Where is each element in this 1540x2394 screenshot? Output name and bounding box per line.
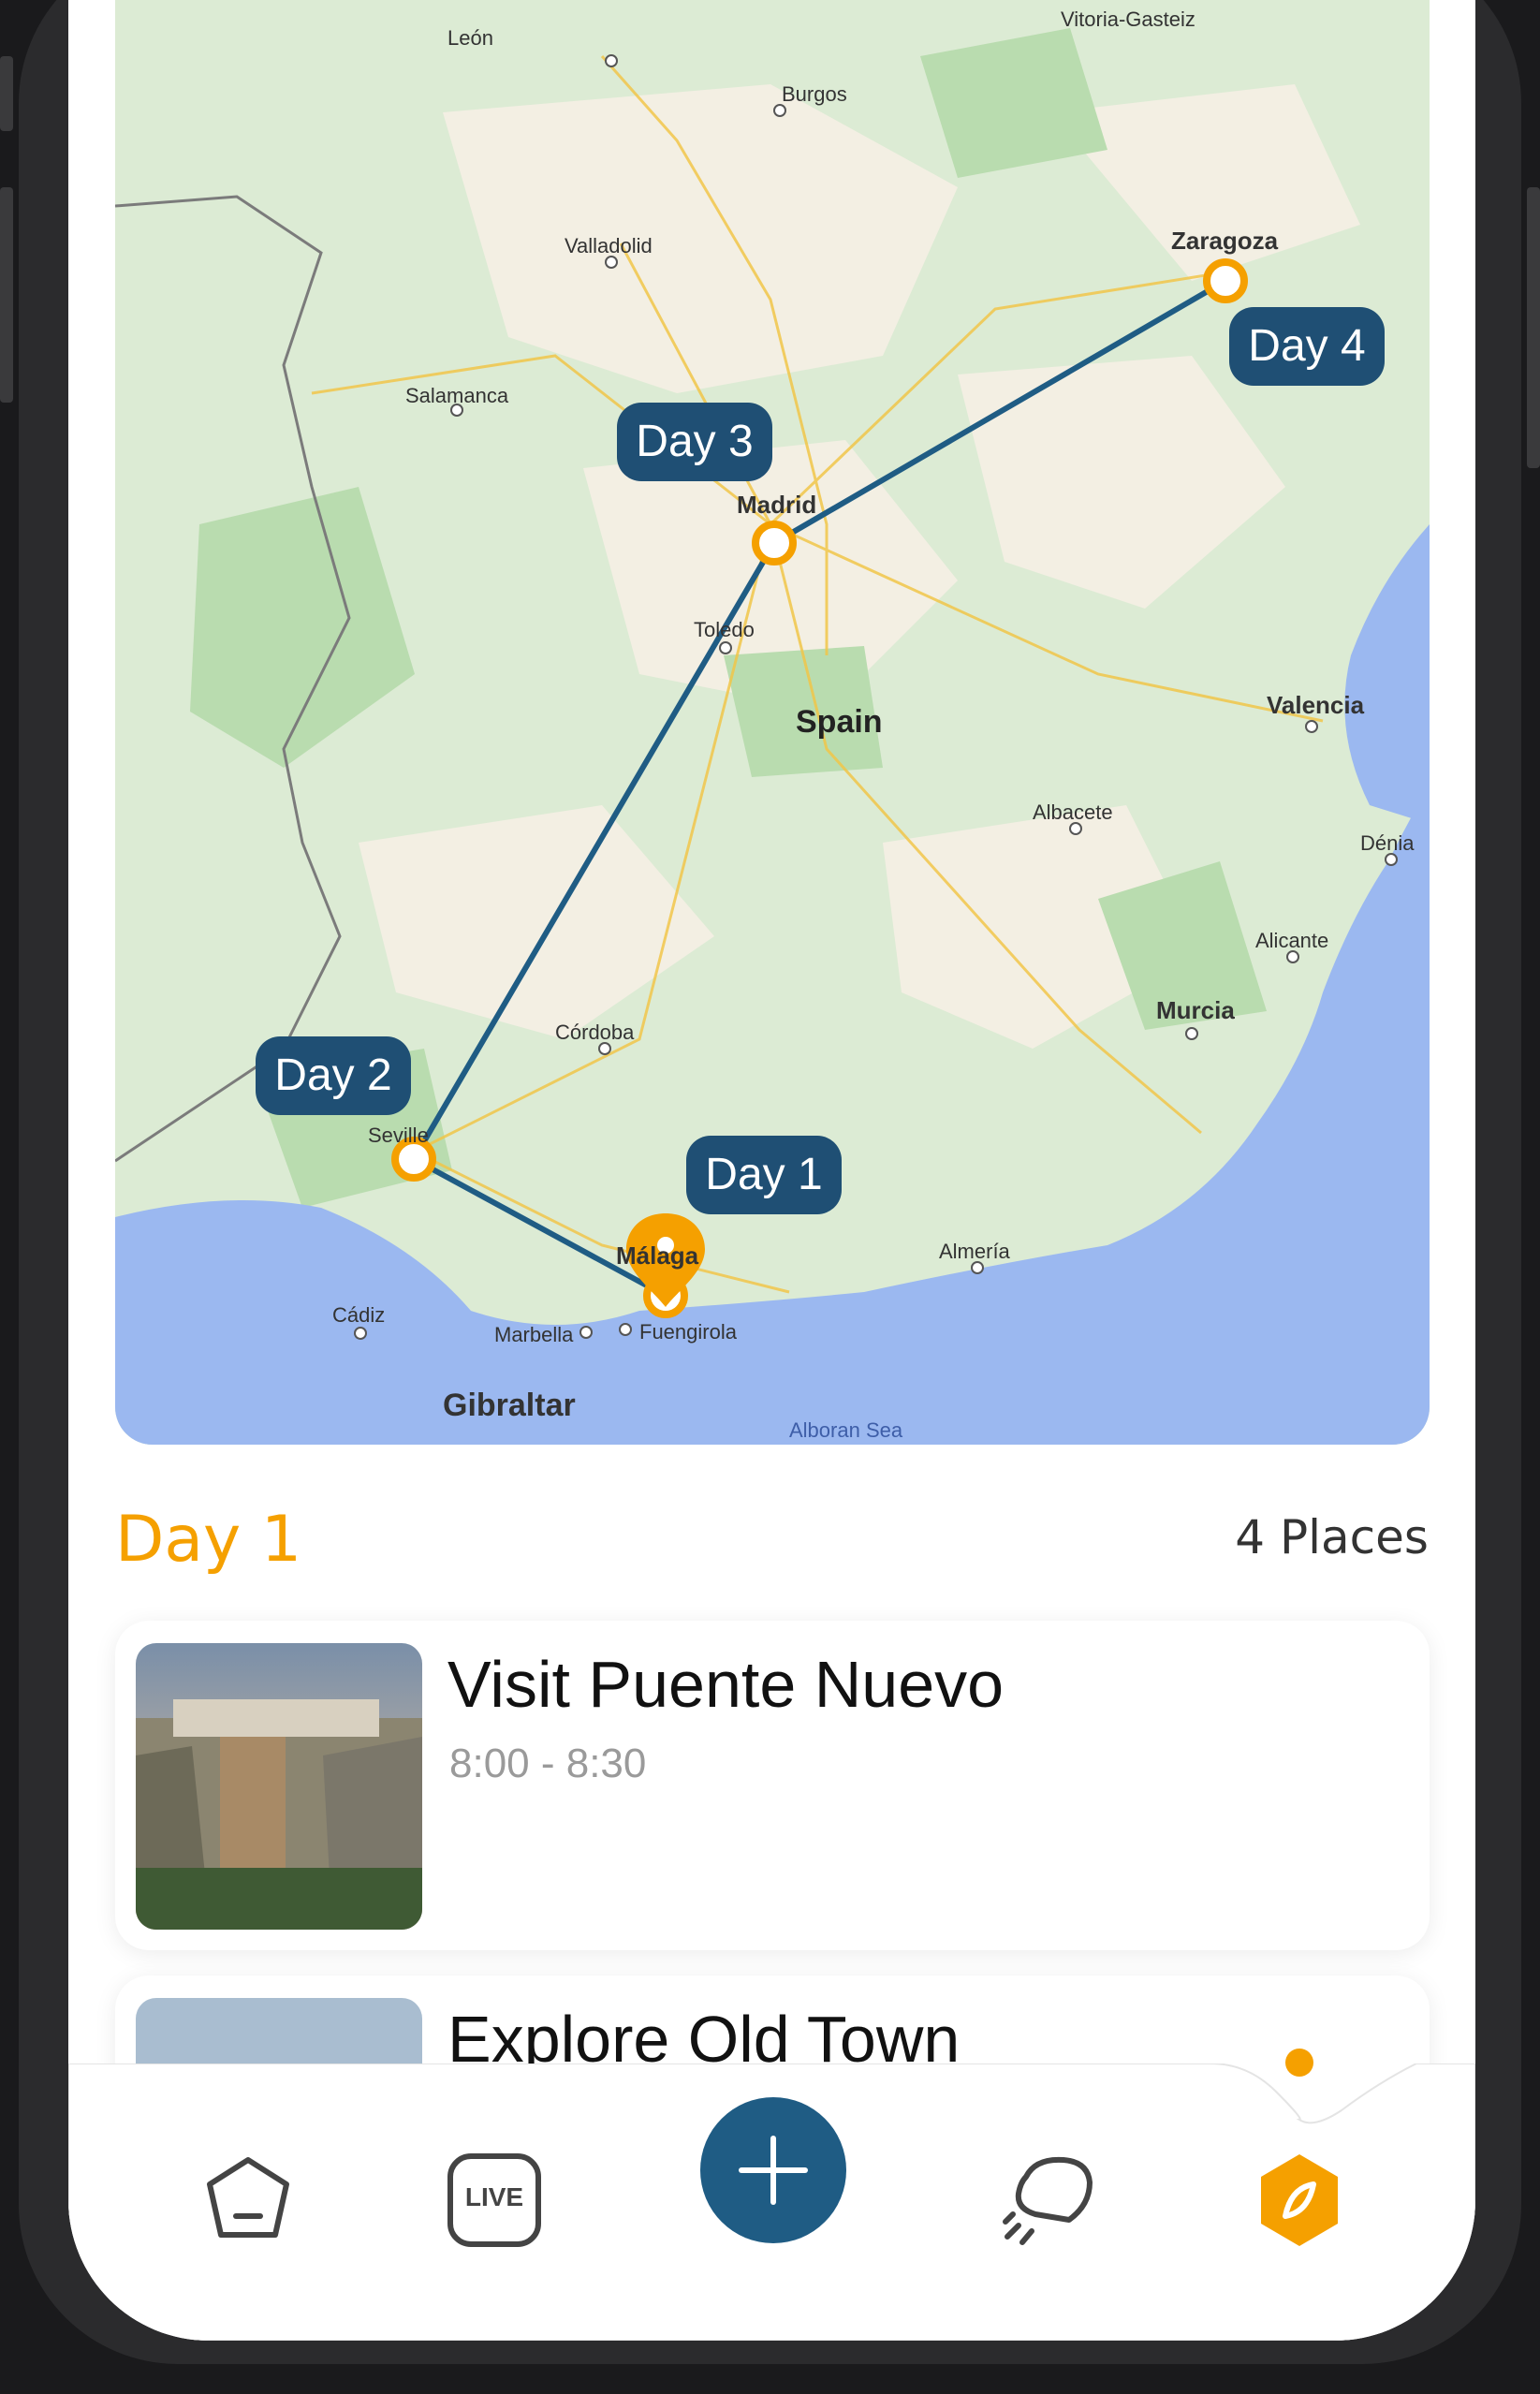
- city-label: Dénia: [1360, 831, 1415, 855]
- places-count: 4 Places: [1235, 1510, 1429, 1564]
- city-label: Alboran Sea: [789, 1418, 903, 1442]
- place-time: 8:00 - 8:30: [449, 1740, 647, 1786]
- place-photo: [136, 1643, 422, 1930]
- city-label: Málaga: [616, 1241, 699, 1270]
- map-canvas: León Vitoria-Gasteiz Burgos Valladolid Zarag…: [115, 0, 1430, 1445]
- city-label: Valencia: [1267, 691, 1365, 719]
- city-label: Almería: [939, 1240, 1011, 1263]
- place-title: Visit Puente Nuevo: [447, 1648, 1005, 1721]
- day-4-pill[interactable]: Day 4: [1229, 307, 1385, 386]
- day-title: Day 1: [115, 1503, 302, 1577]
- day-2-pill[interactable]: Day 2: [256, 1036, 411, 1115]
- city-label: Albacete: [1033, 800, 1113, 824]
- add-button[interactable]: [700, 2097, 846, 2243]
- city-label: Alicante: [1255, 929, 1328, 952]
- city-label: Cádiz: [332, 1303, 385, 1327]
- city-label: Madrid: [737, 491, 816, 519]
- city-label: Fuengirola: [639, 1320, 738, 1344]
- nav-home[interactable]: [197, 2149, 300, 2252]
- city-label: Salamanca: [405, 384, 509, 407]
- country-label: Spain: [796, 704, 883, 740]
- home-icon: [207, 2157, 289, 2238]
- nav-explore[interactable]: [1248, 2149, 1351, 2252]
- city-label: Seville: [368, 1124, 429, 1147]
- city-label: Burgos: [782, 82, 847, 106]
- day-section-header: Day 1 4 Places: [115, 1503, 1429, 1578]
- weather-icon: [1003, 2156, 1093, 2245]
- side-button: [0, 187, 13, 403]
- city-label: Toledo: [694, 618, 755, 641]
- side-button: [0, 56, 13, 131]
- city-label: Córdoba: [555, 1021, 635, 1044]
- city-label: Vitoria-Gasteiz: [1061, 7, 1195, 31]
- city-label: Valladolid: [565, 234, 653, 257]
- live-label: LIVE: [464, 2182, 524, 2211]
- side-button: [1527, 187, 1540, 468]
- nav-weather[interactable]: [998, 2149, 1101, 2252]
- nav-live[interactable]: LIVE: [443, 2149, 546, 2252]
- city-label: Marbella: [494, 1323, 574, 1346]
- screen: León Vitoria-Gasteiz Burgos Valladolid Zarag…: [68, 0, 1475, 2341]
- day-1-pill[interactable]: Day 1: [686, 1136, 842, 1214]
- place-card[interactable]: Visit Puente Nuevo 8:00 - 8:30: [115, 1621, 1430, 1950]
- day-3-pill[interactable]: Day 3: [617, 403, 772, 481]
- compass-icon: [1261, 2154, 1338, 2246]
- city-label: Zaragoza: [1171, 227, 1279, 255]
- city-label: Murcia: [1156, 996, 1235, 1024]
- plus-icon: [739, 2136, 808, 2205]
- trip-map[interactable]: León Vitoria-Gasteiz Burgos Valladolid Zarag…: [115, 0, 1430, 1445]
- city-label: León: [447, 26, 493, 50]
- city-label: Gibraltar: [443, 1388, 576, 1423]
- active-indicator-dot: [1285, 2049, 1313, 2077]
